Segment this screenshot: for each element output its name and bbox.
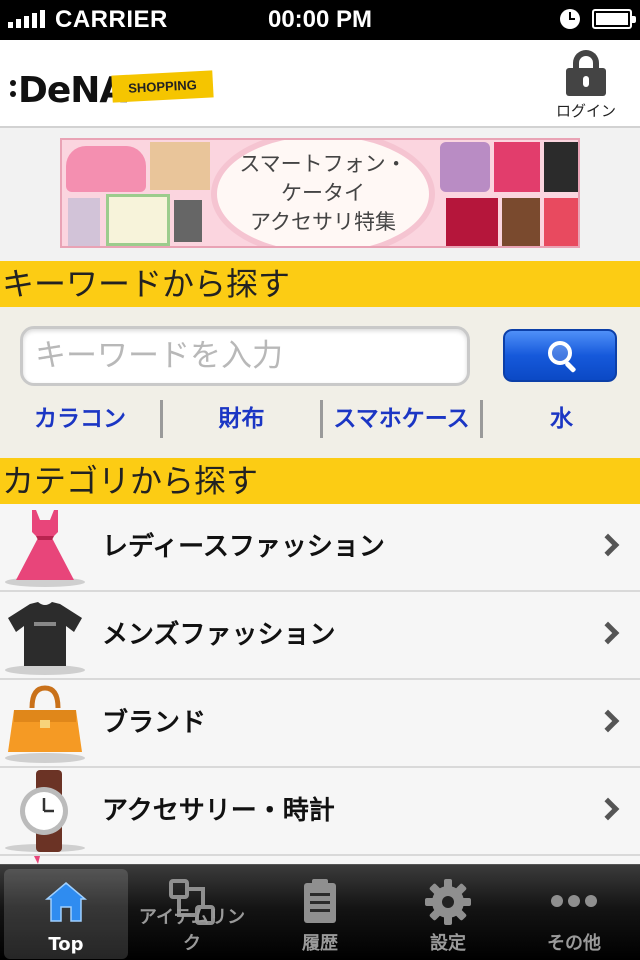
search-icon <box>548 341 577 374</box>
tan-case-image <box>150 142 210 190</box>
keyword-link-wallet[interactable]: 財布 <box>163 398 320 440</box>
floral-case-image <box>68 198 100 246</box>
battery-icon <box>592 9 636 29</box>
tab-history[interactable]: 履歴 <box>258 869 382 959</box>
search-button[interactable] <box>503 329 617 382</box>
banner-area: スマートフォン・ ケータイ アクセサリ特集 <box>0 130 640 258</box>
logo-text: DeNA <box>18 70 127 111</box>
app-header: DeNA SHOPPING ログイン <box>0 40 640 128</box>
banner-line-2: ケータイ <box>281 181 365 205</box>
gear-icon <box>425 879 471 925</box>
lock-icon <box>566 50 606 96</box>
keyword-search-area: キーワードを入力 カラコン 財布 スマホケース 水 <box>0 307 640 458</box>
purple-flower-case-image <box>440 142 490 192</box>
dena-logo[interactable]: DeNA <box>10 70 127 111</box>
category-section-title: カテゴリから探す <box>0 458 640 504</box>
status-time: 00:00 PM <box>267 6 373 33</box>
handbag-icon <box>5 685 85 763</box>
tab-label: その他 <box>547 933 601 954</box>
keyword-link-colorcon[interactable]: カラコン <box>0 398 160 440</box>
chevron-right-icon <box>596 621 620 645</box>
category-label: ブランド <box>102 708 207 738</box>
tab-label: Top <box>48 934 84 955</box>
home-icon <box>44 882 88 922</box>
polka-dot-case-image <box>494 142 540 192</box>
banner-title: スマートフォン・ ケータイ アクセサリ特集 <box>217 150 429 237</box>
tab-more[interactable]: その他 <box>512 869 636 959</box>
watch-icon <box>5 770 85 852</box>
category-label: メンズファッション <box>102 620 336 650</box>
keyword-link-phone-case[interactable]: スマホケース <box>323 398 480 440</box>
tab-label: 履歴 <box>302 933 338 954</box>
login-label: ログイン <box>555 102 616 120</box>
history-icon <box>304 879 336 923</box>
chevron-right-icon <box>596 797 620 821</box>
tab-top[interactable]: Top <box>4 869 128 959</box>
pattern-case-image <box>106 194 170 246</box>
status-bar: CARRIER 00:00 PM <box>0 0 640 40</box>
banner-line-3: アクセサリ特集 <box>250 210 396 234</box>
chevron-right-icon <box>596 709 620 733</box>
tab-item-link[interactable]: アイテムリンク <box>130 869 254 959</box>
category-accessories-watch[interactable]: アクセサリー・時計 <box>0 768 640 856</box>
category-label: レディースファッション <box>102 532 385 562</box>
login-button[interactable]: ログイン <box>550 46 622 122</box>
category-label: アクセサリー・時計 <box>102 796 335 826</box>
logo-colon-icon <box>10 75 18 102</box>
tab-label: アイテムリンク <box>138 907 246 954</box>
category-mens-fashion[interactable]: メンズファッション <box>0 592 640 680</box>
keyword-link-water[interactable]: 水 <box>483 398 640 440</box>
tab-bar: Top アイテムリンク 履歴 設定 その他 <box>0 864 640 960</box>
shopping-badge: SHOPPING <box>111 70 214 103</box>
app-screen: CARRIER 00:00 PM DeNA SHOPPING ログイン スマート… <box>0 0 640 960</box>
popular-keywords: カラコン 財布 スマホケース 水 <box>0 398 640 440</box>
alarm-icon <box>560 9 580 29</box>
tab-label: 設定 <box>430 933 466 954</box>
brown-wallet-image <box>502 198 540 246</box>
accessory-feature-banner[interactable]: スマートフォン・ ケータイ アクセサリ特集 <box>60 138 580 248</box>
dress-icon <box>5 510 85 587</box>
category-brand[interactable]: ブランド <box>0 680 640 768</box>
red-wallet-image <box>446 198 498 246</box>
category-ladies-fashion[interactable]: レディースファッション <box>0 504 640 592</box>
keyword-section-title: キーワードから探す <box>0 261 640 307</box>
banner-line-1: スマートフォン・ <box>239 152 407 176</box>
bunny-case-image <box>66 146 146 192</box>
tshirt-icon <box>5 602 85 675</box>
keyword-search-input[interactable]: キーワードを入力 <box>20 326 470 386</box>
black-case-image <box>544 142 578 192</box>
tab-settings[interactable]: 設定 <box>386 869 510 959</box>
camera-case-image <box>174 200 202 242</box>
chevron-right-icon <box>596 533 620 557</box>
red-flower-case-image <box>544 198 578 246</box>
more-icon <box>551 895 597 907</box>
